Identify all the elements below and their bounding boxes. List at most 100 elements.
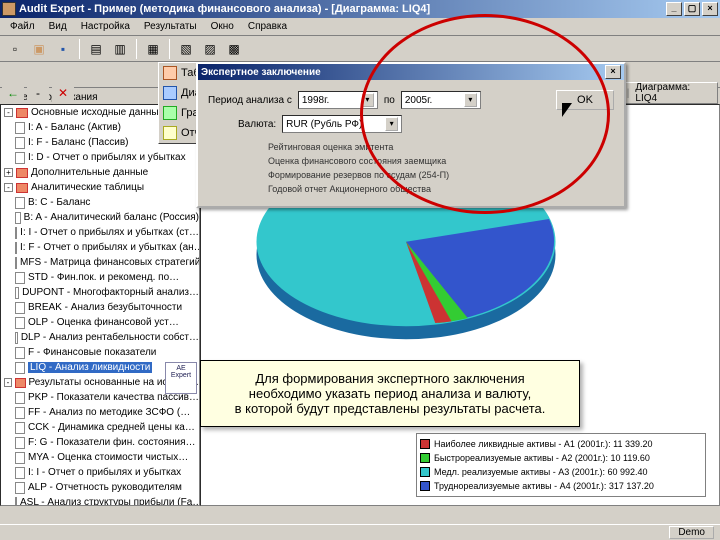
modal-list-item[interactable]: Рейтинговая оценка эмитента [268, 142, 614, 156]
tree-label: ALP - Отчетность руководителям [28, 482, 182, 493]
doc-icon [15, 347, 25, 359]
tree-panel[interactable]: - Основные исходные данные I: A - Баланс (… [0, 104, 200, 506]
tree-label: Дополнительные данные [31, 167, 148, 178]
tree-label: F: G - Показатели фин. состояния… [28, 437, 195, 448]
chevron-down-icon: ▾ [361, 93, 374, 107]
tree-label: MFS - Матрица финансовых стратегий [20, 257, 200, 268]
period-to-combo[interactable]: 2005г.▾ [401, 91, 481, 109]
tb-7[interactable]: ▧ [175, 38, 197, 60]
tree-label: Основные исходные данные [31, 107, 164, 118]
tree-folder-node[interactable]: + Дополнительные данные [1, 165, 199, 180]
tree-doc-node[interactable]: CCK - Динамика средней цены ка… [1, 420, 199, 435]
doc-icon [15, 392, 25, 404]
new-doc-icon: ▫ [7, 41, 23, 57]
tree-doc-node[interactable]: BREAK - Анализ безубыточности [1, 300, 199, 315]
minimize-button[interactable]: _ [666, 2, 682, 16]
tree-toggle-icon[interactable]: - [4, 108, 13, 117]
open-button[interactable]: ▣ [28, 38, 50, 60]
menu-results[interactable]: Результаты [138, 20, 203, 33]
tooltip-line: в которой будут представлены результаты … [215, 401, 565, 416]
doc-icon [15, 407, 25, 419]
menu-view[interactable]: Вид [43, 20, 73, 33]
modal-titlebar[interactable]: Экспертное заключение × [198, 64, 624, 80]
folder-icon [16, 168, 28, 178]
tooltip-line: необходимо указать период анализа и валю… [215, 386, 565, 401]
tree-label: F - Финансовые показатели [28, 347, 156, 358]
tree-doc-node[interactable]: ASL - Анализ структуры прибыли (Fa… [1, 495, 199, 506]
maximize-button[interactable]: ▢ [684, 2, 700, 16]
cursor-icon [562, 103, 574, 119]
tree-doc-node[interactable]: F - Финансовые показатели [1, 345, 199, 360]
tree-doc-node[interactable]: ALP - Отчетность руководителям [1, 480, 199, 495]
chart-chart-label[interactable]: Диаграмма: LIQ4 [635, 82, 713, 104]
window-controls: _ ▢ × [666, 2, 718, 16]
tree-label: MYA - Оценка стоимости чистых… [28, 452, 188, 463]
folder-icon [16, 108, 28, 118]
tree-toggle-icon[interactable]: - [4, 378, 12, 387]
doc-icon [15, 332, 18, 344]
dialog-icon: ▥ [112, 41, 128, 57]
tree-label: Аналитические таблицы [31, 182, 144, 193]
tree-doc-node[interactable]: B: A - Аналитический баланс (Россия) [1, 210, 199, 225]
currency-combo[interactable]: RUR (Рубль РФ)▾ [282, 115, 402, 133]
tree-doc-node[interactable]: I: F - Отчет о прибылях и убытках (ан… [1, 240, 199, 255]
period-to-label: по [384, 95, 395, 106]
doc-icon [15, 317, 25, 329]
modal-list-item[interactable]: Формирование резервов по ссудам (254-П) [268, 170, 614, 184]
tree-doc-node[interactable]: F: G - Показатели фин. состояния… [1, 435, 199, 450]
tree-label: ASL - Анализ структуры прибыли (Fa… [20, 497, 200, 506]
nav-close[interactable]: ✕ [52, 82, 74, 104]
close-button[interactable]: × [702, 2, 718, 16]
tree-doc-node[interactable]: I: I - Отчет о прибылях и убытках [1, 465, 199, 480]
del-icon: ▩ [226, 41, 242, 57]
nav-back[interactable]: ← [2, 82, 24, 104]
tree-doc-node[interactable]: DUPONT - Многофакторный анализ… [1, 285, 199, 300]
sheet-icon: ▦ [145, 41, 161, 57]
tree-doc-node[interactable]: I: D - Отчет о прибылях и убытках [1, 150, 199, 165]
new-button[interactable]: ▫ [4, 38, 26, 60]
doc-icon [15, 467, 25, 479]
modal-report-list: Рейтинговая оценка эмитента Оценка финан… [268, 142, 614, 198]
demo-badge: Demo [669, 526, 714, 539]
tree-folder-node[interactable]: - Аналитические таблицы [1, 180, 199, 195]
tree-doc-node[interactable]: B: C - Баланс [1, 195, 199, 210]
legend-row: Медл. реализуемые активы - А3 (2001г.): … [420, 465, 702, 479]
tb-8[interactable]: ▨ [199, 38, 221, 60]
tree-doc-node[interactable]: STD - Фин.пок. и рекоменд. по… [1, 270, 199, 285]
tool-icon: ▧ [178, 41, 194, 57]
save-button[interactable]: ▪ [52, 38, 74, 60]
doc-icon [15, 437, 25, 449]
period-from-combo[interactable]: 1998г.▾ [298, 91, 378, 109]
tree-label: LIQ - Анализ ликвидности [28, 362, 152, 373]
tree-toggle-icon[interactable]: - [4, 183, 13, 192]
toolbar-separator [136, 39, 137, 59]
tb-5[interactable]: ▥ [109, 38, 131, 60]
tree-doc-node[interactable]: MYA - Оценка стоимости чистых… [1, 450, 199, 465]
doc-icon [15, 227, 17, 239]
menu-file[interactable]: Файл [4, 20, 41, 33]
tree-toggle-icon[interactable]: + [4, 168, 13, 177]
tb-4[interactable]: ▤ [85, 38, 107, 60]
tree-doc-node[interactable]: MFS - Матрица финансовых стратегий [1, 255, 199, 270]
ae-logo-icon: AE Expert [165, 362, 197, 394]
menu-window[interactable]: Окно [205, 20, 240, 33]
tree-doc-node[interactable]: OLP - Оценка финансовой уст… [1, 315, 199, 330]
modal-list-item[interactable]: Годовой отчет Акционерного общества [268, 184, 614, 198]
tb-9[interactable]: ▩ [223, 38, 245, 60]
modal-close[interactable]: × [605, 65, 621, 79]
menu-settings[interactable]: Настройка [75, 20, 136, 33]
menu-help[interactable]: Справка [242, 20, 293, 33]
tree-doc-node[interactable]: DLP - Анализ рентабельности собст… [1, 330, 199, 345]
tb-6[interactable]: ▦ [142, 38, 164, 60]
report-icon: ▤ [88, 41, 104, 57]
modal-list-item[interactable]: Оценка финансового состояния заемщика [268, 156, 614, 170]
report-icon [163, 126, 177, 140]
graph-icon [163, 106, 177, 120]
tree-label: I: A - Баланс (Актив) [28, 122, 121, 133]
legend-text: Труднореализуемые активы - А4 (2001г.): … [434, 481, 654, 491]
tree-doc-node[interactable]: FF - Анализ по методике ЗСФО (… [1, 405, 199, 420]
nav-sep: - [27, 82, 49, 104]
tree-doc-node[interactable]: I: I - Отчет о прибылях и убытках (ст… [1, 225, 199, 240]
chevron-down-icon: ▾ [464, 93, 477, 107]
statusbar: Demo [0, 524, 720, 540]
